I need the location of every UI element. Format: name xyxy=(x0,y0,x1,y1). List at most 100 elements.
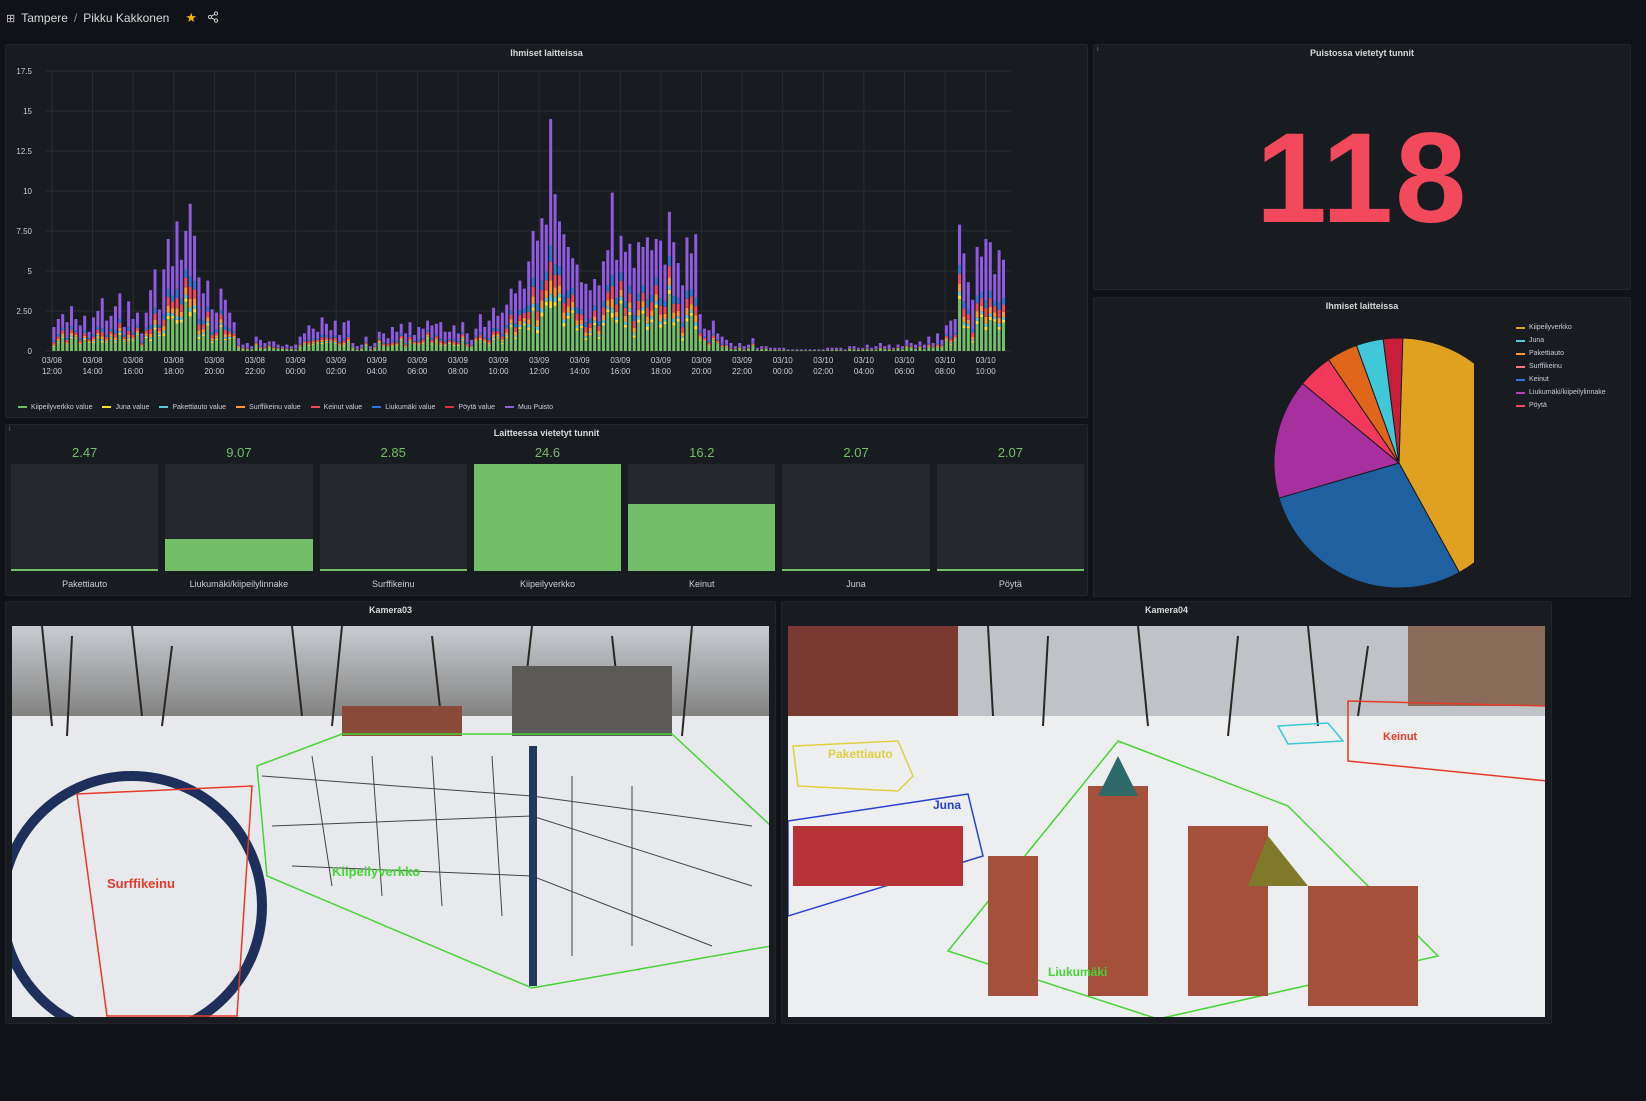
bar-segment xyxy=(922,348,926,350)
legend-item[interactable]: Juna xyxy=(1516,337,1606,344)
bar-segment xyxy=(597,321,601,326)
bar-segment xyxy=(549,301,553,309)
legend-item[interactable]: Surffikeinu xyxy=(1516,363,1606,370)
bar-segment xyxy=(316,341,320,343)
x-tick-label: 08:00 xyxy=(448,367,469,376)
legend-item[interactable]: Pöytä xyxy=(1516,402,1606,409)
bar-segment xyxy=(377,342,381,344)
bar-segment xyxy=(689,304,693,311)
bar-segment xyxy=(434,323,438,335)
stacked-bar-chart[interactable]: 0 2.50 5 7.50 10 12.5 15 17.5 03/08 12:00 03/08 14:… xyxy=(6,45,1089,395)
bargauge-item[interactable]: 2.85 Surffikeinu xyxy=(319,445,467,589)
bar-segment xyxy=(140,333,144,343)
bar-segment xyxy=(610,274,614,287)
bar-segment xyxy=(949,343,953,345)
bargauge-item[interactable]: 2.07 Juna xyxy=(782,445,930,589)
bar-segment xyxy=(157,333,161,335)
star-icon[interactable]: ★ xyxy=(185,10,197,26)
bargauge-item[interactable]: 24.6 Kiipeilyverkko xyxy=(473,445,622,589)
dashboards-grid-icon[interactable]: ⊞ xyxy=(6,12,15,25)
bar-segment xyxy=(571,310,575,313)
legend-item[interactable]: Keinut xyxy=(1516,376,1606,383)
bar-segment xyxy=(434,338,438,341)
legend-item[interactable]: Surffikeinu value xyxy=(236,404,301,411)
y-tick-label: 12.5 xyxy=(16,147,32,156)
bar-segment xyxy=(448,344,452,351)
panel-title[interactable]: Laitteessa vietetyt tunnit xyxy=(6,428,1087,438)
legend-item[interactable]: Liukumäki/kiipeilylinnake xyxy=(1516,389,1606,396)
bar-segment xyxy=(470,339,474,345)
pie-chart[interactable] xyxy=(1174,298,1474,598)
bar-segment xyxy=(140,345,144,347)
bar-segment xyxy=(562,319,566,323)
bar-segment xyxy=(96,337,100,351)
legend-item[interactable]: Pakettiauto value xyxy=(159,404,226,411)
bar-segment xyxy=(645,316,649,324)
bar-segment xyxy=(426,338,430,351)
bar-segment xyxy=(514,323,518,328)
breadcrumb-dashboard[interactable]: Pikku Kakkonen xyxy=(83,11,169,25)
bargauge-item[interactable]: 9.07 Liukumäki/kiipeilylinnake xyxy=(165,445,313,589)
bar-segment xyxy=(368,346,372,349)
breadcrumb-folder[interactable]: Tampere xyxy=(21,11,68,25)
x-tick-label: 03/09 xyxy=(448,356,469,365)
bar-segment xyxy=(452,341,456,344)
bar-segment xyxy=(113,341,117,343)
bar-segment xyxy=(597,285,601,322)
legend-item[interactable]: Muu Puisto xyxy=(505,404,553,411)
bar-segment xyxy=(984,323,988,327)
legend-item[interactable]: Pakettiauto xyxy=(1516,350,1606,357)
bar-segment xyxy=(307,325,311,340)
bar-segment xyxy=(953,337,957,340)
bar-segment xyxy=(324,339,328,341)
bar-segment xyxy=(914,349,918,351)
bar-segment xyxy=(474,337,478,340)
bar-segment xyxy=(470,346,474,347)
bargauge-item[interactable]: 16.2 Keinut xyxy=(628,445,776,589)
bar-segment xyxy=(694,234,698,298)
bar-segment xyxy=(601,301,605,308)
panel-title[interactable]: Kamera03 xyxy=(6,605,775,615)
bar-segment xyxy=(298,344,302,346)
bar-segment xyxy=(500,333,504,337)
bar-segment xyxy=(184,298,188,302)
legend-item[interactable]: Pöytä value xyxy=(445,404,495,411)
bar-segment xyxy=(329,330,333,337)
bar-segment xyxy=(514,338,518,351)
bar-segment xyxy=(931,348,935,351)
legend-item[interactable]: Keinut value xyxy=(310,404,362,411)
bar-segment xyxy=(223,334,227,338)
bar-segment xyxy=(500,339,504,342)
bar-segment xyxy=(219,326,223,351)
bar-segment xyxy=(69,332,73,336)
bar-segment xyxy=(478,341,482,343)
bar-segment xyxy=(219,323,223,326)
bar-segment xyxy=(307,339,311,342)
legend-item[interactable]: Kiipeilyverkko xyxy=(1516,324,1606,331)
bargauge-item[interactable]: 2.47 Pakettiauto xyxy=(11,445,159,589)
bar-segment xyxy=(289,349,293,351)
bar-segment xyxy=(83,335,87,338)
legend-item[interactable]: Juna value xyxy=(102,404,149,411)
legend-item[interactable]: Liukumäki value xyxy=(372,404,435,411)
bar-segment xyxy=(56,336,60,339)
bar-segment xyxy=(302,344,306,351)
bar-segment xyxy=(667,289,671,294)
bargauge-item[interactable]: 2.07 Pöytä xyxy=(936,445,1084,589)
bar-segment xyxy=(61,327,65,331)
legend-item[interactable]: Kiipeilyverkko value xyxy=(18,404,92,411)
bar-segment xyxy=(518,280,522,311)
share-icon[interactable] xyxy=(207,10,219,26)
bar-segment xyxy=(153,324,157,328)
bargauge-fill xyxy=(782,568,930,571)
panel-title[interactable]: Kamera04 xyxy=(782,605,1551,615)
bar-segment xyxy=(228,331,232,335)
bar-segment xyxy=(408,342,412,351)
bar-segment xyxy=(267,347,271,351)
bar-segment xyxy=(492,307,496,329)
bar-segment xyxy=(78,325,82,339)
panel-title[interactable]: Puistossa vietetyt tunnit xyxy=(1094,48,1630,58)
bar-segment xyxy=(936,342,940,345)
bar-segment xyxy=(685,318,689,322)
bar-segment xyxy=(870,349,874,351)
